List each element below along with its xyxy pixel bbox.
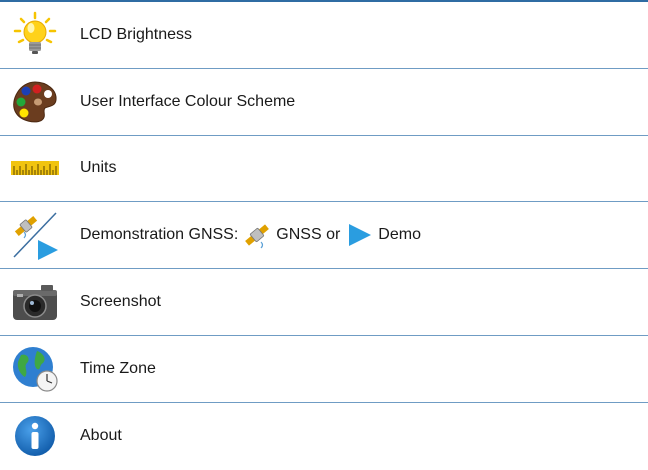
satellite-demo-icon <box>10 210 60 261</box>
settings-menu: LCD Brightness User Interface Colour Sch… <box>0 0 648 470</box>
menu-item-lcd-brightness[interactable]: LCD Brightness <box>0 2 648 69</box>
camera-icon <box>10 277 60 327</box>
menu-item-label: Units <box>80 159 117 177</box>
menu-item-colour-scheme[interactable]: User Interface Colour Scheme <box>0 69 648 136</box>
demo-gnss-prefix: Demonstration GNSS: <box>80 226 239 244</box>
menu-item-label: Time Zone <box>80 359 156 377</box>
lightbulb-icon <box>10 10 60 60</box>
menu-item-screenshot[interactable]: Screenshot <box>0 269 648 336</box>
menu-item-units[interactable]: Units <box>0 136 648 203</box>
play-arrow-icon <box>344 220 374 250</box>
menu-item-demonstration-gnss[interactable]: Demonstration GNSS: GNSS or Demo <box>0 202 648 270</box>
menu-item-label: User Interface Colour Scheme <box>80 92 296 110</box>
menu-item-label: LCD Brightness <box>80 25 193 43</box>
menu-item-about[interactable]: About <box>0 403 648 470</box>
demo-gnss-option: GNSS or <box>276 226 341 244</box>
menu-item-label: Demonstration GNSS: GNSS or Demo <box>80 220 421 250</box>
demo-option: Demo <box>378 226 421 244</box>
menu-item-label: Screenshot <box>80 293 161 311</box>
ruler-icon <box>10 143 60 193</box>
menu-item-time-zone[interactable]: Time Zone <box>0 336 648 403</box>
satellite-icon <box>242 220 272 250</box>
info-icon <box>10 411 60 461</box>
palette-icon <box>10 77 60 127</box>
globe-clock-icon <box>10 344 60 394</box>
menu-item-label: About <box>80 427 122 445</box>
